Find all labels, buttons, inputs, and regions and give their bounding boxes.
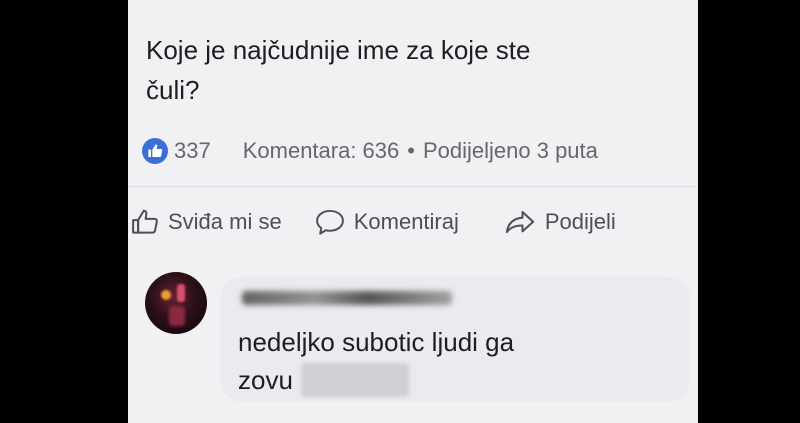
- redacted-block: [300, 363, 409, 397]
- comment-text-word: zovu: [238, 365, 293, 395]
- commenter-avatar[interactable]: [145, 272, 207, 334]
- comment-text-line: nedeljko subotic ljudi ga: [238, 327, 515, 357]
- like-button-label: Sviđa mi se: [168, 209, 282, 234]
- reaction-count[interactable]: 337: [174, 138, 211, 164]
- share-icon: [505, 211, 534, 233]
- like-button[interactable]: Sviđa mi se: [130, 207, 282, 237]
- post-text: Koje je najčudnije ime za koje ste čuli?: [146, 30, 686, 110]
- post-text-line: čuli?: [146, 75, 200, 105]
- post-text-line: Koje je najčudnije ime za koje ste: [146, 35, 531, 65]
- like-badge-icon: [142, 138, 168, 164]
- post-card: Koje je najčudnije ime za koje ste čuli?…: [128, 0, 698, 423]
- share-button[interactable]: Podijeli: [503, 207, 616, 237]
- comment-text: nedeljko subotic ljudi ga zovu: [238, 323, 678, 399]
- commenter-name-blurred[interactable]: [242, 291, 452, 305]
- comment-icon: [315, 209, 344, 235]
- thumbs-up-icon: [132, 209, 158, 234]
- share-count[interactable]: Podijeljeno 3 puta: [423, 138, 598, 164]
- post-stats: 337 Komentara: 636 • Podijeljeno 3 puta: [142, 134, 698, 168]
- comment-count[interactable]: Komentara: 636: [243, 138, 400, 164]
- comment-bubble: nedeljko subotic ljudi ga zovu: [220, 277, 690, 402]
- comment-button-label: Komentiraj: [353, 209, 459, 234]
- post-actions: Sviđa mi se Komentiraj Podijeli: [128, 200, 698, 244]
- separator-dot: •: [407, 138, 415, 163]
- share-button-label: Podijeli: [544, 209, 616, 234]
- divider: [128, 186, 698, 187]
- comment-text-line-2: zovu: [238, 361, 678, 399]
- comment-button[interactable]: Komentiraj: [314, 207, 459, 237]
